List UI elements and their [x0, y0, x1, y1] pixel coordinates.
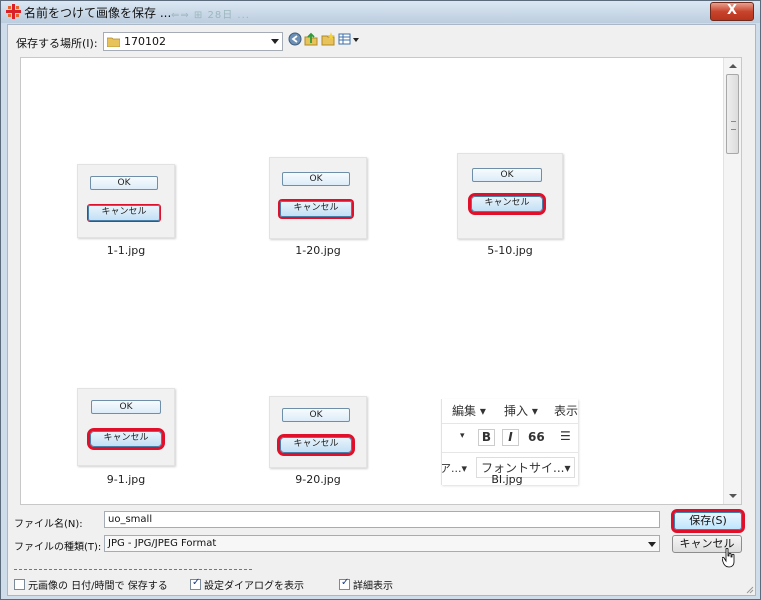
italic-icon: I — [502, 429, 519, 446]
app-icon — [6, 4, 21, 19]
thumbnail-1-20[interactable]: OK キャンセル — [269, 157, 367, 239]
dialog-title: 名前をつけて画像を保存 ... — [24, 6, 172, 20]
thumbnail-1-1[interactable]: OK キャンセル — [77, 164, 175, 238]
thumb-ok-button: OK — [90, 176, 158, 190]
thumb-divider — [442, 452, 578, 453]
thumb-cancel-button: キャンセル — [87, 428, 165, 450]
save-image-dialog: 名前をつけて画像を保存 ... ⇐⇒ ⊞ 28日 ... X 保存する場所(I)… — [0, 0, 761, 600]
view-menu-icon[interactable] — [338, 32, 360, 46]
thumbnail-9-1[interactable]: OK キャンセル — [77, 388, 175, 466]
filename-input[interactable]: uo_small — [104, 511, 660, 528]
file-name-label[interactable]: 1-20.jpg — [263, 244, 373, 257]
scroll-thumb[interactable] — [726, 74, 739, 154]
chevron-down-icon[interactable] — [271, 39, 279, 44]
thumb-ok-button: OK — [282, 408, 350, 422]
file-list-view[interactable]: OK キャンセル 1-1.jpg OK キャンセル 1-20.jpg OK キャ… — [20, 57, 742, 505]
details-checkbox[interactable]: ✓ — [339, 577, 350, 590]
location-value: 170102 — [124, 35, 166, 48]
dialog-body: 保存する場所(I): 170102 OK キャンセル 1-1.jpg OK キャ… — [7, 24, 756, 596]
thumb-divider — [442, 423, 578, 424]
quote-icon: 66 — [528, 430, 545, 444]
list-icon: ☰ — [560, 429, 571, 443]
file-name-label[interactable]: 1-1.jpg — [71, 244, 181, 257]
file-name-label[interactable]: 9-1.jpg — [71, 473, 181, 486]
thumb-menu-insert: 挿入 ▾ — [504, 404, 538, 418]
file-name-label[interactable]: 9-20.jpg — [263, 473, 373, 486]
show-settings-label: 設定ダイアログを表示 — [204, 581, 304, 592]
keep-date-checkbox[interactable] — [14, 579, 25, 590]
thumb-menu-edit: 編集 ▾ — [452, 404, 486, 418]
back-icon[interactable] — [288, 32, 302, 46]
filetype-label: ファイルの種類(T): — [14, 542, 102, 553]
filetype-dropdown[interactable]: JPG - JPG/JPEG Format — [104, 535, 660, 552]
check-icon: ✓ — [192, 577, 201, 588]
thumbnail-5-10[interactable]: OK キャンセル — [457, 153, 563, 239]
file-name-label[interactable]: BI.jpg — [452, 473, 562, 486]
thumb-caret-icon: ▾ — [460, 431, 465, 441]
thumb-ok-button: OK — [282, 172, 350, 186]
details-label: 詳細表示 — [353, 581, 393, 592]
up-folder-icon[interactable] — [304, 32, 318, 46]
mouse-cursor-icon — [722, 548, 735, 568]
separator — [14, 569, 252, 570]
keep-date-label: 元画像の 日付/時間で 保存する — [28, 581, 168, 592]
location-label: 保存する場所(I): — [16, 37, 98, 50]
thumb-ok-button: OK — [472, 168, 542, 182]
bold-icon: B — [478, 429, 495, 446]
resize-grip-icon[interactable] — [744, 584, 754, 594]
vertical-scrollbar[interactable] — [723, 58, 741, 504]
save-button[interactable]: 保存(S) — [671, 509, 745, 533]
thumb-cancel-button: キャンセル — [468, 193, 546, 215]
filetype-value: JPG - JPG/JPEG Format — [108, 538, 217, 549]
thumbnail-9-20[interactable]: OK キャンセル — [269, 396, 367, 468]
new-folder-icon[interactable] — [321, 32, 335, 46]
close-button[interactable]: X — [710, 2, 754, 21]
folder-icon — [107, 37, 120, 47]
thumb-ok-button: OK — [91, 400, 161, 414]
location-dropdown[interactable]: 170102 — [103, 32, 283, 51]
thumb-cancel-button: キャンセル — [277, 434, 355, 456]
title-bar[interactable]: 名前をつけて画像を保存 ... ⇐⇒ ⊞ 28日 ... X — [1, 1, 760, 23]
background-window-title: ⇐⇒ ⊞ 28日 ... — [171, 10, 250, 21]
file-name-label[interactable]: 5-10.jpg — [455, 244, 565, 257]
thumb-menu-view: 表示 — [554, 404, 578, 418]
check-icon: ✓ — [341, 577, 350, 588]
scroll-down-icon[interactable] — [729, 494, 737, 498]
thumb-cancel-button: キャンセル — [280, 201, 352, 217]
grip-icon — [731, 121, 736, 130]
thumb-cancel-button: キャンセル — [88, 205, 160, 221]
show-settings-checkbox[interactable]: ✓ — [190, 577, 201, 590]
filename-label: ファイル名(N): — [14, 519, 83, 530]
chevron-down-icon[interactable] — [648, 542, 656, 547]
scroll-up-icon[interactable] — [729, 64, 737, 68]
